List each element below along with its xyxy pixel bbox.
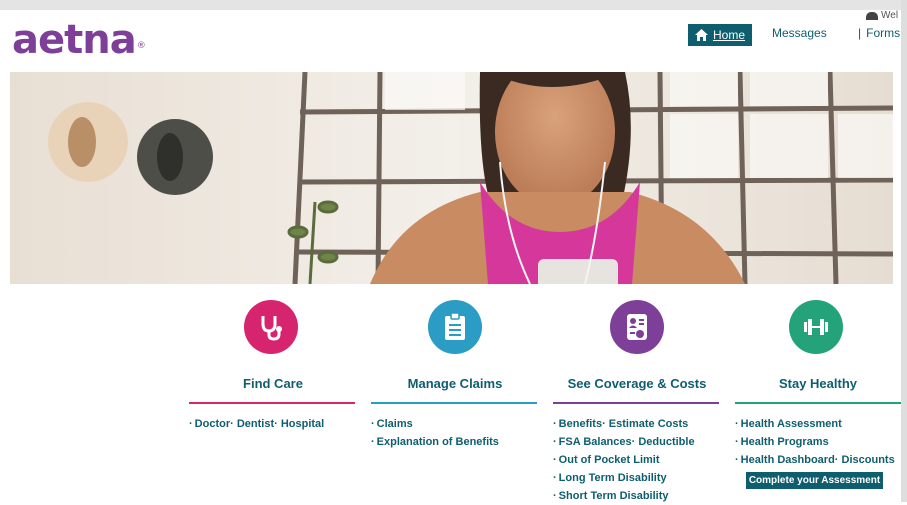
nav-messages-label: Messages (772, 26, 827, 40)
dumbbell-icon (804, 319, 828, 335)
stay-healthy-underline (735, 402, 901, 404)
coverage-underline (553, 402, 719, 404)
user-icon (866, 11, 878, 20)
link-doctor-dentist-hospital[interactable]: · Doctor· Dentist· Hospital (189, 415, 324, 433)
hero-banner (10, 72, 893, 284)
nav-forms-label: Forms (866, 26, 901, 40)
link-health-dashboard-discounts[interactable]: · Health Dashboard· Discounts (735, 451, 895, 469)
link-long-term-disability[interactable]: · Long Term Disability (553, 469, 695, 487)
welcome-text: Wel (881, 10, 899, 21)
link-claims[interactable]: · Claims (371, 415, 499, 433)
welcome-user: Wel (866, 10, 898, 21)
hero-image (10, 72, 893, 284)
stay-healthy-links: · Health Assessment · Health Programs · Hea… (735, 415, 895, 469)
complete-assessment-button[interactable]: Complete your Assessment (746, 472, 883, 489)
coverage-title[interactable]: See Coverage & Costs (554, 376, 720, 391)
nav-home-button[interactable]: Home (688, 24, 752, 46)
link-health-assessment[interactable]: · Health Assessment (735, 415, 895, 433)
stethoscope-icon (261, 316, 282, 341)
manage-claims-title[interactable]: Manage Claims (372, 376, 538, 391)
coverage-circle[interactable] (610, 300, 664, 354)
find-care-circle[interactable] (244, 300, 298, 354)
registered-mark: ® (136, 41, 146, 51)
nav-home-label: Home (712, 28, 745, 42)
coverage-links: · Benefits· Estimate Costs · FSA Balances·… (553, 415, 695, 505)
home-icon (694, 29, 708, 41)
site-header: aetna® Wel Home Messages | Forms (0, 10, 901, 72)
logo-text: aetna (12, 17, 137, 63)
manage-claims-underline (371, 402, 537, 404)
nav-forms-link[interactable]: | Forms (858, 26, 900, 40)
link-fsa-balances-deductible[interactable]: · FSA Balances· Deductible (553, 433, 695, 451)
find-care-links: · Doctor· Dentist· Hospital (189, 415, 324, 433)
clipboard-icon (445, 312, 465, 340)
find-care-title[interactable]: Find Care (190, 376, 356, 391)
nav-divider: | (858, 26, 862, 40)
nav-messages-link[interactable]: Messages (772, 26, 827, 40)
browser-top-strip (0, 0, 907, 10)
stay-healthy-title[interactable]: Stay Healthy (735, 376, 901, 391)
aetna-logo[interactable]: aetna® (12, 17, 146, 63)
stay-healthy-circle[interactable] (789, 300, 843, 354)
link-benefits-estimate-costs[interactable]: · Benefits· Estimate Costs (553, 415, 695, 433)
link-explanation-of-benefits[interactable]: · Explanation of Benefits (371, 433, 499, 451)
manage-claims-circle[interactable] (428, 300, 482, 354)
link-short-term-disability[interactable]: · Short Term Disability (553, 487, 695, 505)
link-health-programs[interactable]: · Health Programs (735, 433, 895, 451)
link-out-of-pocket-limit[interactable]: · Out of Pocket Limit (553, 451, 695, 469)
manage-claims-links: · Claims · Explanation of Benefits (371, 415, 499, 451)
find-care-underline (189, 402, 355, 404)
id-card-icon (627, 314, 647, 340)
right-scroll-edge (901, 0, 907, 502)
